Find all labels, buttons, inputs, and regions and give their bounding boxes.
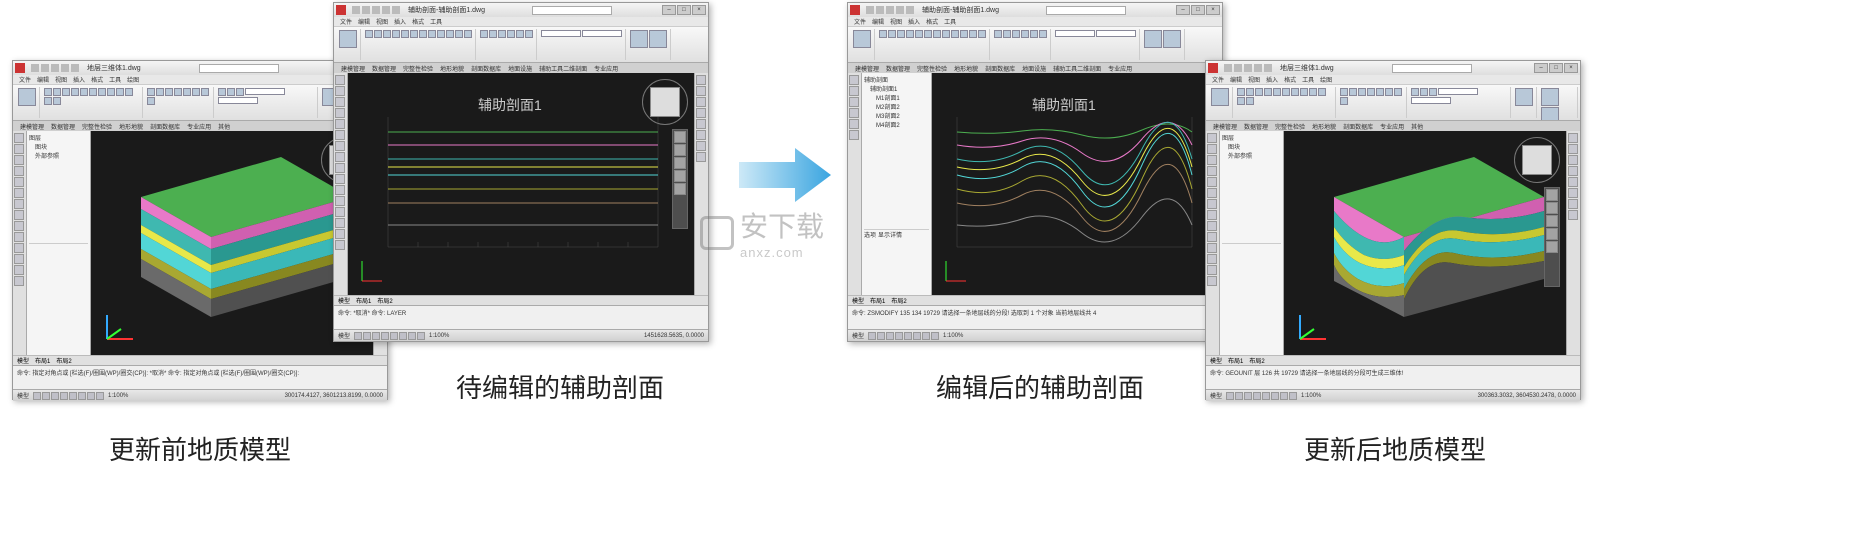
left-tool-palette[interactable] <box>848 73 862 295</box>
left-tool-palette[interactable] <box>13 131 27 355</box>
caption-panel2: 待编辑的辅助剖面 <box>430 368 690 405</box>
right-tool-palette[interactable] <box>694 73 708 295</box>
ucs-icon <box>99 307 139 347</box>
workspace: 辅助剖面1 <box>334 73 708 295</box>
menu-bar[interactable]: 文件编辑视图插入格式工具 <box>848 17 1222 27</box>
section-chart-after <box>942 117 1202 267</box>
menu-bar[interactable]: 文件编辑视图插入格式工具绘图 <box>1206 75 1580 85</box>
watermark-domain: anxz.com <box>740 245 824 260</box>
window-controls[interactable]: –□× <box>1176 5 1220 15</box>
menu-item: 文件 <box>19 75 31 84</box>
status-bar[interactable]: 模型 1:100% <box>848 329 1222 341</box>
window-title: 辅助剖面-辅助剖面1.dwg <box>408 5 485 15</box>
app-logo-icon <box>1208 63 1218 73</box>
flow-arrow-icon <box>735 140 835 210</box>
menu-bar[interactable]: 文件编辑视图插入格式工具绘图 <box>13 75 387 85</box>
titlebar: 地层三维体1.dwg –□× <box>1206 61 1580 75</box>
ribbon-tabs[interactable]: 建模管理数据管理完整性检验地形地貌剖面数据库地面设施辅助工具二维剖面专业应用 <box>334 63 708 73</box>
command-line[interactable]: 命令: ZSMODIFY 135 134 19729 请选择一条地层线的分段! … <box>848 305 1222 329</box>
ribbon[interactable] <box>1206 85 1580 121</box>
layer-tree[interactable]: 图层 图块 外部参照 <box>1220 131 1284 355</box>
workspace: 图层 图块 外部参照 <box>13 131 387 355</box>
app-logo-icon <box>850 5 860 15</box>
navigation-bar[interactable] <box>1544 187 1560 287</box>
panel-model-after: 地层三维体1.dwg –□× 文件编辑视图插入格式工具绘图 建模管理数据管理完整… <box>1205 60 1581 400</box>
command-line[interactable]: 命令: *取消* 命令: LAYER <box>334 305 708 329</box>
command-line[interactable]: 命令: 指定对角点或 [栏选(F)/圈围(WP)/圈交(CP)]: *取消* 命… <box>13 365 387 389</box>
status-bar[interactable]: 模型 1:100% 1451628.5635, 0.0000 <box>334 329 708 341</box>
app-logo-icon <box>336 5 346 15</box>
lock-icon <box>700 216 734 250</box>
titlebar: 辅助剖面-辅助剖面1.dwg –□× <box>334 3 708 17</box>
ribbon[interactable] <box>13 85 387 121</box>
panel-model-before: 地层三维体1.dwg –□× 文件编辑视图插入格式工具绘图 建模管理数据管理完整… <box>12 60 388 400</box>
layout-tabs[interactable]: 模型布局1布局2 <box>1206 355 1580 365</box>
ribbon[interactable] <box>848 27 1222 63</box>
menu-bar[interactable]: 文件编辑视图插入格式工具 <box>334 17 708 27</box>
status-bar[interactable]: 模型 1:100% 300174.4127, 3601213.8199, 0.0… <box>13 389 387 401</box>
window-controls[interactable]: –□× <box>1534 63 1578 73</box>
caption-panel1: 更新前地质模型 <box>90 430 310 467</box>
panel-section-before: 辅助剖面-辅助剖面1.dwg –□× 文件编辑视图插入格式工具 建模管理数据管理… <box>333 2 709 342</box>
left-tool-palette[interactable] <box>1206 131 1220 355</box>
coordinates: 300174.4127, 3601213.8199, 0.0000 <box>285 393 383 399</box>
titlebar: 地层三维体1.dwg –□× <box>13 61 387 75</box>
help-search-input[interactable] <box>1046 6 1126 15</box>
layout-tabs[interactable]: 模型布局1布局2 <box>334 295 708 305</box>
coordinates: 1451628.5635, 0.0000 <box>644 333 704 339</box>
titlebar: 辅助剖面-辅助剖面1.dwg –□× <box>848 3 1222 17</box>
ribbon[interactable] <box>334 27 708 63</box>
ucs-icon <box>356 257 386 287</box>
status-bar[interactable]: 模型 1:100% 300363.3032, 3604530.2478, 0.0… <box>1206 389 1580 401</box>
window-controls[interactable]: –□× <box>662 5 706 15</box>
window-title: 辅助剖面-辅助剖面1.dwg <box>922 5 999 15</box>
window-title: 地层三维体1.dwg <box>87 63 141 73</box>
section-chart-before <box>368 117 668 267</box>
help-search-input[interactable] <box>1392 64 1472 73</box>
workspace: 图层 图块 外部参照 <box>1206 131 1580 355</box>
help-search-input[interactable] <box>532 6 612 15</box>
watermark-text: 安下载 <box>740 211 824 242</box>
right-tool-palette[interactable] <box>1566 131 1580 355</box>
quick-access-toolbar[interactable] <box>31 64 79 72</box>
left-tool-palette[interactable] <box>334 73 348 295</box>
layer-tree[interactable]: 图层 图块 外部参照 <box>27 131 91 355</box>
ribbon-tabs[interactable]: 建模管理数据管理完整性检验地形地貌剖面数据库地面设施辅助工具二维剖面专业应用 <box>848 63 1222 73</box>
caption-panel3: 编辑后的辅助剖面 <box>910 368 1170 405</box>
layout-tabs[interactable]: 模型布局1布局2 <box>848 295 1222 305</box>
workspace: 辅助剖面 辅助剖面1 M1剖面1 M2剖面2 M3剖面2 M4剖面2 选项显示详… <box>848 73 1222 295</box>
coordinates: 300363.3032, 3604530.2478, 0.0000 <box>1478 393 1576 399</box>
caption-panel4: 更新后地质模型 <box>1285 430 1505 467</box>
help-search-input[interactable] <box>199 64 279 73</box>
ribbon-tabs[interactable]: 建模管理数据管理完整性检验地形地貌剖面数据库专业应用其他 <box>1206 121 1580 131</box>
section-title: 辅助剖面1 <box>1032 95 1096 115</box>
viewcube[interactable] <box>642 79 688 125</box>
ribbon-tabs[interactable]: 建模管理数据管理完整性检验地形地貌剖面数据库专业应用其他 <box>13 121 387 131</box>
ucs-icon <box>1292 307 1332 347</box>
drawing-canvas[interactable]: 辅助剖面1 <box>348 73 694 295</box>
section-title: 辅助剖面1 <box>478 95 542 115</box>
ucs-icon <box>940 257 970 287</box>
quick-access-toolbar[interactable] <box>866 6 914 14</box>
drawing-canvas[interactable] <box>91 131 373 355</box>
command-line[interactable]: 命令: GEOUNIT 层 126 共 19729 请选择一条地层线的分段可生成… <box>1206 365 1580 389</box>
viewcube[interactable] <box>1514 137 1560 183</box>
layout-tabs[interactable]: 模型布局1布局2 <box>13 355 387 365</box>
drawing-canvas[interactable] <box>1284 131 1566 355</box>
section-tree[interactable]: 辅助剖面 辅助剖面1 M1剖面1 M2剖面2 M3剖面2 M4剖面2 选项显示详… <box>862 73 932 295</box>
navigation-bar[interactable] <box>672 129 688 229</box>
drawing-canvas[interactable]: 辅助剖面1 <box>932 73 1208 295</box>
app-logo-icon <box>15 63 25 73</box>
quick-access-toolbar[interactable] <box>1224 64 1272 72</box>
window-title: 地层三维体1.dwg <box>1280 63 1334 73</box>
quick-access-toolbar[interactable] <box>352 6 400 14</box>
watermark: 安下载 anxz.com <box>700 205 824 260</box>
panel-section-after: 辅助剖面-辅助剖面1.dwg –□× 文件编辑视图插入格式工具 建模管理数据管理… <box>847 2 1223 342</box>
